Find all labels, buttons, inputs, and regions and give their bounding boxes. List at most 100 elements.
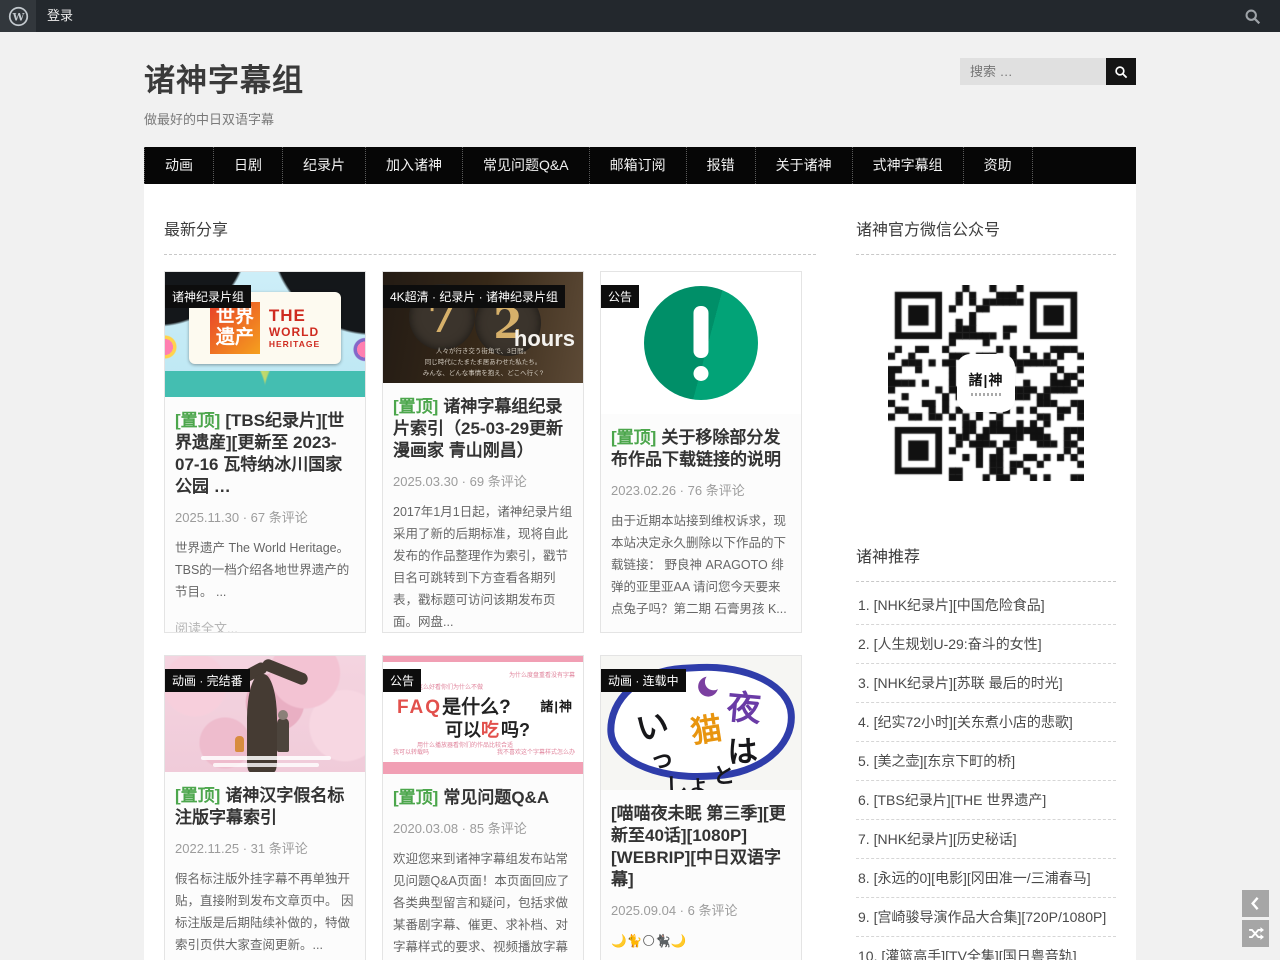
post-meta: 2022.11.25 · 31 条评论 [175, 838, 355, 857]
post-excerpt: 2017年1月1日起，诸神纪录片组采用了新的后期标准，现将自此发布的作品整理作为… [393, 502, 573, 633]
post-title[interactable]: [置顶]诸神汉字假名标注版字幕索引 [175, 785, 355, 829]
recommend-item[interactable]: [纪实72小时][关东煮小店的悲歌] [856, 703, 1116, 742]
post-thumbnail[interactable]: 4K超清 · 纪录片 · 诸神纪录片组 7 2 hours 人々が行き交う街角で… [383, 272, 583, 383]
post-category-badge: 动画 · 连载中 [601, 669, 686, 692]
post-excerpt: 世界遗产 The World Heritage。TBS的一档介绍各地世界遗产的节… [175, 538, 355, 604]
nav-item-donate[interactable]: 资助 [964, 147, 1033, 184]
poster-caption: 人々が行き交う街角で、3日間。 同じ時代にたまたま居あわせた私たち。 みんな、ど… [383, 346, 583, 379]
wordpress-logo-icon: W [8, 6, 29, 27]
sticky-label: [置顶] [175, 786, 220, 805]
floating-tools [1242, 890, 1269, 947]
post-excerpt: 假名标注版外挂字幕不再单独开贴，直接附到发布文章页中。 因标注版是后期陆续补做的… [175, 869, 355, 957]
post-category-badge: 4K超清 · 纪录片 · 诸神纪录片组 [383, 285, 565, 308]
post-card: 动画 · 完结番 [置顶]诸神汉字假名标注版字幕索引 2022.11.25 · … [164, 655, 366, 960]
recommend-item[interactable]: [美之壶][东京下町的桥] [856, 742, 1116, 781]
sticky-label: [置顶] [393, 788, 438, 807]
post-meta: 2023.02.26 · 76 条评论 [611, 480, 791, 499]
prev-page-button[interactable] [1242, 890, 1269, 917]
recommend-item[interactable]: [NHK纪录片][中国危险食品] [856, 586, 1116, 625]
site-tagline: 做最好的中日双语字幕 [144, 109, 1136, 128]
section-title-latest: 最新分享 [164, 198, 816, 255]
post-meta: 2020.03.08 · 85 条评论 [393, 818, 573, 837]
recommend-item[interactable]: [宫崎骏导演作品大合集][720P/1080P] [856, 898, 1116, 937]
poster-decoration [383, 656, 583, 662]
post-title[interactable]: [喵喵夜未眠 第三季][更新至40话][1080P][WEBRIP][中日双语字… [611, 803, 791, 891]
read-more-link[interactable]: 阅读全文... [175, 618, 355, 633]
wp-admin-bar: W 登录 [0, 0, 1280, 32]
post-thumbnail[interactable]: 动画 · 完结番 [165, 656, 365, 772]
post-card: 公告 [置顶]关于移除部分发布作品下载链接的说明 2023.02.26 · 76… [600, 271, 802, 633]
site-header: 诸神字幕组 做最好的中日双语字幕 [144, 32, 1136, 128]
nav-item-faq[interactable]: 常见问题Q&A [463, 147, 590, 184]
recommend-item[interactable]: [永远的0][电影][冈田准一/三浦春马] [856, 859, 1116, 898]
post-thumbnail[interactable]: 诸神纪录片组 世界 遗产 THE WORLD HERITAGE [165, 272, 365, 397]
wechat-qr-code: 諸|神 [888, 285, 1084, 481]
recommend-item[interactable]: [TBS纪录片][THE 世界遗产] [856, 781, 1116, 820]
nav-item-join[interactable]: 加入诸神 [366, 147, 463, 184]
post-title[interactable]: [置顶]常见问题Q&A [393, 787, 573, 809]
nav-item-jdrama[interactable]: 日剧 [214, 147, 283, 184]
recommend-item[interactable]: [人生规划U-29:奋斗的女性] [856, 625, 1116, 664]
character-figure [235, 736, 244, 752]
post-excerpt: 🌙🐈🌕🐈‍⬛🌙 ... [611, 931, 791, 960]
svg-text:W: W [11, 11, 24, 23]
site-title[interactable]: 诸神字幕组 [144, 55, 304, 100]
post-meta: 2025.11.30 · 67 条评论 [175, 507, 355, 526]
search-button[interactable] [1106, 58, 1136, 85]
nav-item-shikigami-group[interactable]: 式神字幕组 [853, 147, 964, 184]
group-logo: 諸|神 [540, 696, 573, 715]
post-category-badge: 动画 · 完结番 [165, 669, 250, 692]
shuffle-icon [1247, 925, 1264, 942]
nav-item-mail-subscribe[interactable]: 邮箱订阅 [590, 147, 687, 184]
wordpress-menu-button[interactable]: W [0, 0, 36, 32]
exclamation-icon [644, 286, 758, 400]
header-search-form [960, 58, 1136, 85]
sidebar: 诸神官方微信公众号 諸|神 诸神推荐 [NHK纪录片][中国危险食品] [人生规… [856, 198, 1116, 960]
recommend-item[interactable]: [灌篮高手][TV全集][国日粤音轨] [856, 937, 1116, 960]
moon-icon [698, 676, 719, 697]
post-card: 诸神纪录片组 世界 遗产 THE WORLD HERITAGE [164, 271, 366, 633]
subtitle-line [201, 756, 331, 760]
post-thumbnail[interactable]: 公告 FAQ是什么? 可以吃吗? 諸|神 这部动画这么好看你们为什么不做 为什么… [383, 656, 583, 774]
post-card: 4K超清 · 纪录片 · 诸神纪录片组 7 2 hours 人々が行き交う街角で… [382, 271, 584, 633]
sticky-label: [置顶] [393, 397, 438, 416]
login-link[interactable]: 登录 [47, 0, 73, 32]
search-icon [1114, 65, 1128, 79]
sticky-label: [置顶] [175, 411, 220, 430]
wechat-widget-title: 诸神官方微信公众号 [856, 198, 1116, 255]
post-card: 动画 · 连载中 い っ 夜 猫 は と しょ [600, 655, 802, 960]
post-title[interactable]: [置顶]诸神字幕组纪录片索引（25-03-29更新 漫画家 青山刚昌） [393, 396, 573, 462]
recommend-list: [NHK纪录片][中国危险食品] [人生规划U-29:奋斗的女性] [NHK纪录… [856, 586, 1116, 960]
post-thumbnail[interactable]: 公告 [601, 272, 801, 414]
adminbar-search-button[interactable] [1238, 7, 1267, 26]
post-excerpt: 由于近期本站接到维权诉求，现本站决定永久删除以下作品的下载链接： 野良神 ARA… [611, 511, 791, 620]
nav-item-about[interactable]: 关于诸神 [756, 147, 853, 184]
recommend-item[interactable]: [NHK纪录片][历史秘话] [856, 820, 1116, 859]
post-thumbnail[interactable]: 动画 · 连载中 い っ 夜 猫 は と しょ [601, 656, 801, 790]
post-title[interactable]: [置顶][TBS纪录片][世界遗産][更新至 2023-07-16 瓦特纳冰川国… [175, 410, 355, 498]
poster-decoration [165, 371, 365, 397]
latest-posts-section: 最新分享 诸神纪录片组 世界 遗产 TH [164, 198, 816, 960]
post-card: 公告 FAQ是什么? 可以吃吗? 諸|神 这部动画这么好看你们为什么不做 为什么… [382, 655, 584, 960]
search-input[interactable] [960, 58, 1106, 85]
chevron-left-icon [1247, 895, 1264, 912]
recommend-item[interactable]: [NHK纪录片][苏联 最后的时光] [856, 664, 1116, 703]
sticky-label: [置顶] [611, 428, 656, 447]
post-title[interactable]: [置顶]关于移除部分发布作品下载链接的说明 [611, 427, 791, 471]
main-nav: 动画 日剧 纪录片 加入诸神 常见问题Q&A 邮箱订阅 报错 关于诸神 式神字幕… [144, 147, 1136, 184]
post-category-badge: 诸神纪录片组 [165, 285, 251, 308]
random-post-button[interactable] [1242, 920, 1269, 947]
search-icon [1244, 8, 1261, 25]
post-meta: 2025.03.30 · 69 条评论 [393, 471, 573, 490]
nav-item-documentary[interactable]: 纪录片 [283, 147, 366, 184]
poster-decoration [383, 762, 583, 774]
nav-item-anime[interactable]: 动画 [144, 147, 214, 184]
post-category-badge: 公告 [601, 285, 639, 308]
post-category-badge: 公告 [383, 669, 421, 692]
subtitle-line [213, 763, 319, 767]
post-excerpt: 欢迎您来到诸神字幕组发布站常见问题Q&A页面！本页面回应了各类典型留言和疑问，包… [393, 849, 573, 960]
qr-center-logo: 諸|神 [960, 357, 1012, 409]
post-meta: 2025.09.04 · 6 条评论 [611, 900, 791, 919]
nav-item-report-error[interactable]: 报错 [687, 147, 756, 184]
recommend-widget-title: 诸神推荐 [856, 525, 1116, 582]
